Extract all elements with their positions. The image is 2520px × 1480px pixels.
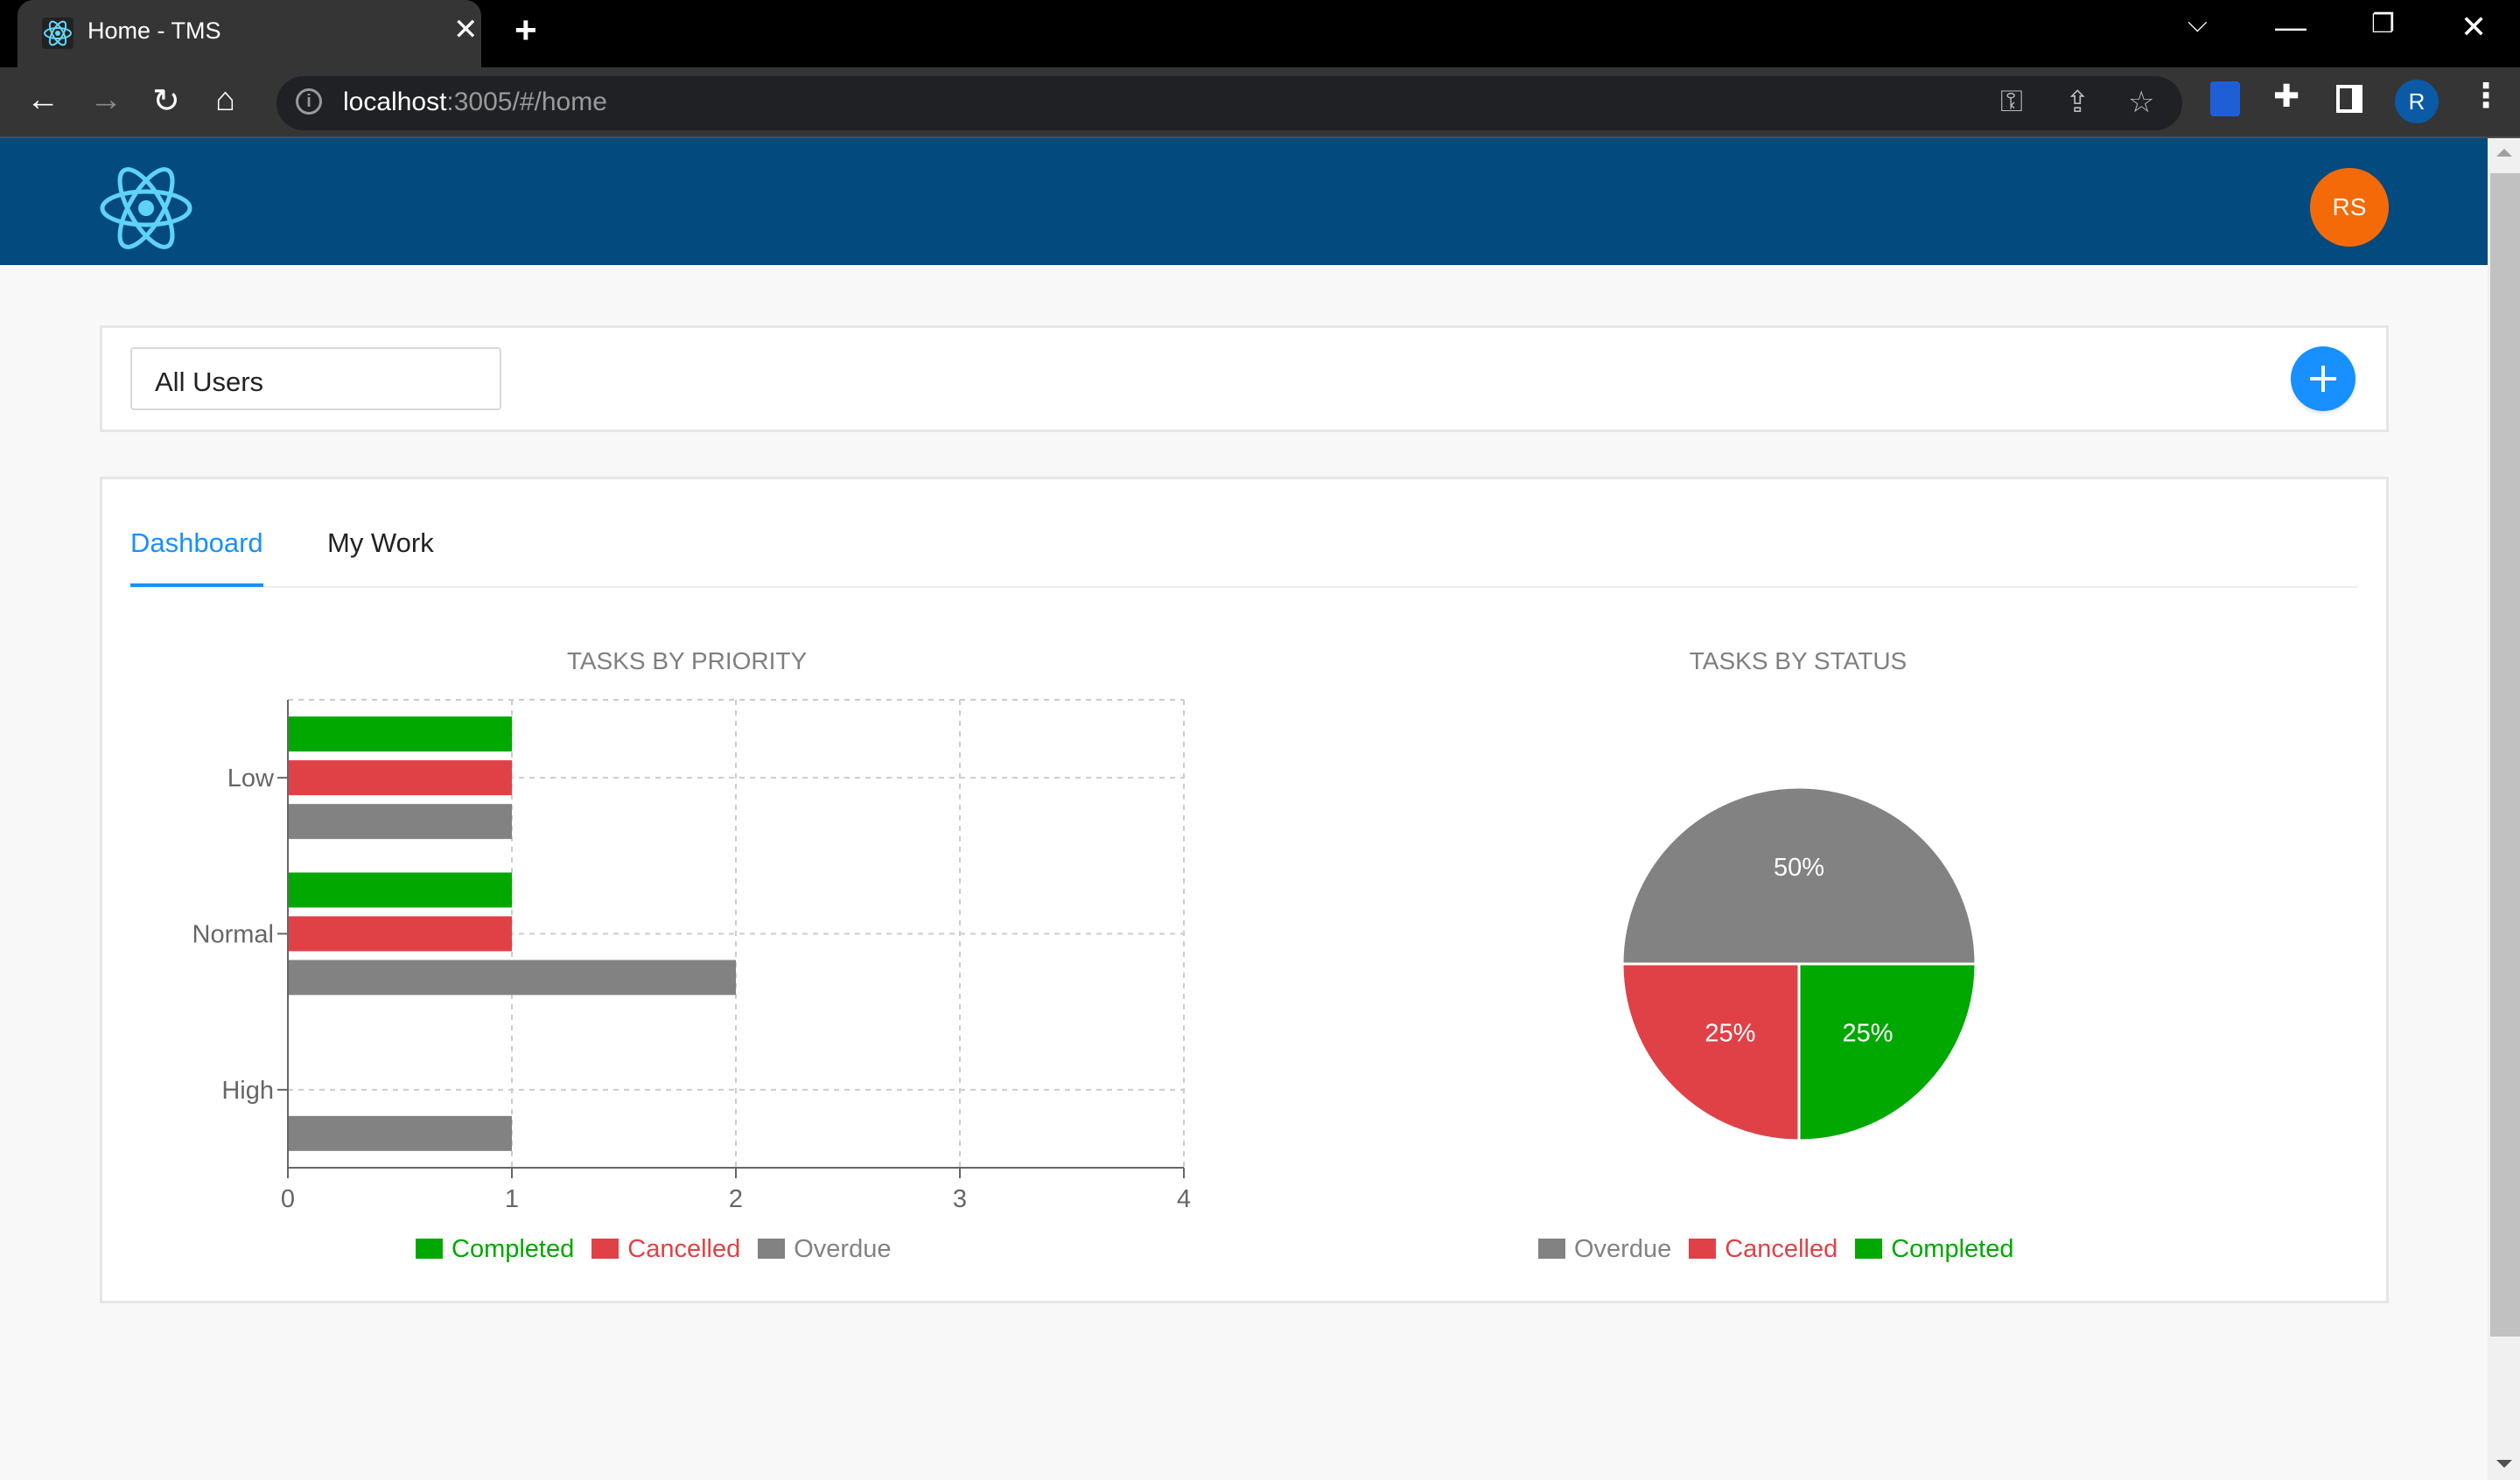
- page-scrollbar[interactable]: [2488, 138, 2520, 1480]
- restore-icon[interactable]: ❐: [2371, 9, 2395, 39]
- tab-my-work[interactable]: My Work: [327, 527, 434, 559]
- add-task-button[interactable]: [2291, 346, 2356, 411]
- bar-overdue-high: [288, 1115, 512, 1151]
- legend-item-cancelled[interactable]: Cancelled: [592, 1235, 740, 1263]
- legend-swatch: [758, 1239, 786, 1259]
- address-bar[interactable]: i localhost:3005/#/home ⚿ ⇪ ☆: [276, 76, 2182, 130]
- home-icon[interactable]: ⌂: [215, 81, 235, 119]
- legend-label: Overdue: [1574, 1235, 1672, 1263]
- legend-item-overdue[interactable]: Overdue: [1538, 1235, 1671, 1263]
- forward-icon[interactable]: →: [89, 81, 122, 119]
- y-tick-label: High: [221, 1077, 274, 1105]
- legend-item-completed[interactable]: Completed: [416, 1235, 574, 1263]
- tab-title: Home - TMS: [88, 17, 221, 44]
- pie-chart-title: TASKS BY STATUS: [1689, 647, 1908, 674]
- y-tick-label: Normal: [192, 921, 274, 949]
- pie-label-completed: 25%: [1843, 1020, 1894, 1048]
- bar-cancelled-low: [288, 760, 512, 796]
- legend-item-overdue[interactable]: Overdue: [758, 1235, 891, 1263]
- pie-slice-cancelled: [1620, 962, 1801, 1142]
- pie-label-cancelled: 25%: [1704, 1020, 1755, 1048]
- browser-tab[interactable]: Home - TMS ✕: [18, 0, 481, 67]
- legend-swatch: [1538, 1239, 1565, 1259]
- legend-item-cancelled[interactable]: Cancelled: [1689, 1235, 1838, 1263]
- scroll-thumb[interactable]: [2490, 173, 2520, 1337]
- user-avatar[interactable]: RS: [2310, 168, 2389, 247]
- chevron-down-icon[interactable]: ⌵: [2188, 9, 2208, 38]
- bitwarden-icon[interactable]: [2210, 81, 2240, 116]
- legend-label: Overdue: [794, 1235, 892, 1263]
- legend-swatch: [1855, 1239, 1883, 1259]
- minimize-icon[interactable]: —: [2275, 9, 2306, 45]
- x-tick-label: 2: [729, 1185, 743, 1213]
- bar-overdue-low: [288, 804, 512, 840]
- legend-label: Completed: [1891, 1235, 2014, 1263]
- x-tick-label: 1: [505, 1185, 519, 1213]
- pie-label-overdue: 50%: [1774, 854, 1824, 882]
- react-favicon-icon: [42, 17, 74, 49]
- share-icon[interactable]: ⇪: [2065, 85, 2090, 120]
- new-tab-icon[interactable]: +: [514, 9, 537, 52]
- profile-avatar[interactable]: R: [2395, 80, 2439, 123]
- bar-completed-normal: [288, 872, 512, 908]
- bar-completed-low: [288, 716, 512, 752]
- bar-cancelled-normal: [288, 916, 512, 952]
- scroll-up-icon[interactable]: [2496, 149, 2512, 157]
- tabs-divider: [130, 586, 2357, 588]
- pie-chart-legend: Overdue Cancelled Completed: [1538, 1235, 2031, 1264]
- y-tick-label: Low: [228, 764, 275, 792]
- active-tab-indicator: [130, 583, 263, 587]
- scroll-down-icon[interactable]: [2496, 1460, 2512, 1468]
- user-filter-select[interactable]: All Users: [130, 347, 501, 410]
- back-icon[interactable]: ←: [26, 81, 60, 119]
- url-text[interactable]: localhost:3005/#/home: [343, 87, 607, 117]
- legend-label: Completed: [452, 1235, 575, 1263]
- side-panel-icon[interactable]: [2336, 85, 2362, 113]
- browser-tab-strip: Home - TMS ✕ + ⌵ — ❐ ✕: [0, 0, 2520, 67]
- info-icon[interactable]: i: [296, 88, 322, 115]
- legend-swatch: [1689, 1239, 1717, 1259]
- tab-dashboard[interactable]: Dashboard: [130, 527, 263, 559]
- more-icon[interactable]: ⋮: [2469, 76, 2502, 115]
- react-logo-icon[interactable]: [98, 166, 194, 250]
- close-tab-icon[interactable]: ✕: [453, 12, 479, 47]
- url-host: localhost: [343, 87, 447, 116]
- legend-label: Cancelled: [627, 1235, 741, 1263]
- legend-swatch: [592, 1239, 620, 1259]
- puzzle-icon[interactable]: ✚: [2273, 78, 2300, 115]
- window-close-icon[interactable]: ✕: [2460, 9, 2487, 45]
- x-tick-label: 3: [953, 1185, 967, 1213]
- url-path: :3005/#/home: [446, 87, 607, 116]
- bar-chart-legend: Completed Cancelled Overdue: [416, 1235, 908, 1264]
- bar-chart-title: TASKS BY PRIORITY: [566, 647, 808, 674]
- legend-item-completed[interactable]: Completed: [1855, 1235, 2013, 1263]
- legend-label: Cancelled: [1725, 1235, 1838, 1263]
- key-icon[interactable]: ⚿: [2000, 85, 2023, 119]
- bar-overdue-normal: [288, 960, 736, 995]
- x-tick-label: 4: [1177, 1185, 1191, 1213]
- reload-icon[interactable]: ↻: [152, 81, 180, 121]
- pie-slice-completed: [1797, 962, 1978, 1142]
- status-pie-chart: 50% 25% 25%: [1620, 785, 1978, 1142]
- star-icon[interactable]: ☆: [2128, 85, 2154, 120]
- app-header: [0, 138, 2488, 265]
- priority-bar-chart: 0 1 2 3 4 Low Normal High: [192, 699, 1191, 1213]
- legend-swatch: [416, 1239, 443, 1259]
- x-tick-label: 0: [281, 1185, 295, 1213]
- browser-toolbar: ← → ↻ ⌂ i localhost:3005/#/home ⚿ ⇪ ☆ ✚ …: [0, 67, 2520, 138]
